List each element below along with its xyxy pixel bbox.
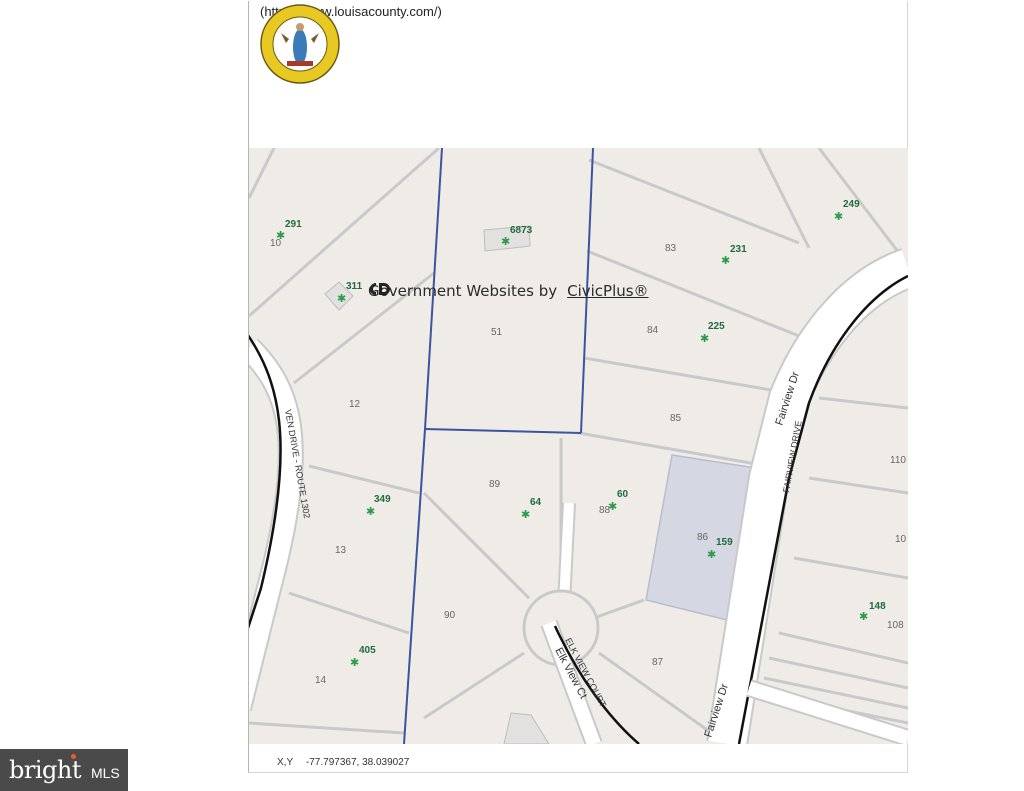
parcel-label: 84 <box>647 325 659 336</box>
address-label: 311 <box>346 281 363 292</box>
address-label: 405 <box>359 645 376 656</box>
address-marker-icon: ✱ <box>366 505 375 518</box>
address-label: 249 <box>843 199 860 210</box>
address-marker-icon: ✱ <box>337 292 346 305</box>
watermark-brand: bright <box>9 756 81 784</box>
address-label: 159 <box>716 537 733 548</box>
map-frame: (https://www.louisacounty.com/) 10 51 83… <box>248 1 908 773</box>
address-label: 148 <box>869 601 886 612</box>
address-marker-icon: ✱ <box>501 235 510 248</box>
address-label: 225 <box>708 321 725 332</box>
xy-value: -77.797367, 38.039027 <box>305 757 410 768</box>
xy-label: X,Y <box>277 757 294 768</box>
address-label: 60 <box>617 489 629 500</box>
parcel-label: 10 <box>895 534 907 545</box>
address-marker-icon: ✱ <box>707 548 716 561</box>
watermark-dot-icon <box>70 753 76 759</box>
bright-mls-watermark: bright MLS <box>0 749 128 791</box>
address-marker-icon: ✱ <box>834 210 843 223</box>
address-marker-icon: ✱ <box>350 656 359 669</box>
address-marker-icon: ✱ <box>859 610 868 623</box>
parcel-label: 108 <box>887 620 904 631</box>
coordinate-readout: X,Y -77.797367, 38.039027 <box>277 757 409 768</box>
parcel-label: 83 <box>665 243 677 254</box>
parcel-label: 14 <box>315 675 327 686</box>
parcel-label: 110 <box>890 455 906 466</box>
parcel-label: 13 <box>335 545 347 556</box>
address-marker-icon: ✱ <box>276 229 285 242</box>
parcel-label: 85 <box>670 413 682 424</box>
address-marker-icon: ✱ <box>721 254 730 267</box>
parcel-label: 89 <box>489 479 501 490</box>
address-marker-icon: ✱ <box>700 332 709 345</box>
parcel-label: 90 <box>444 610 456 621</box>
parcel-label: 51 <box>491 327 503 338</box>
watermark-mls: MLS <box>90 765 120 781</box>
banner-prefix: Government Websites by <box>368 282 558 300</box>
parcel-map[interactable]: 10 51 83 84 12 85 110 89 88 86 13 10 90 … <box>249 148 908 744</box>
address-label: 349 <box>374 494 391 505</box>
address-marker-icon: ✱ <box>521 508 530 521</box>
county-seal-logo <box>260 4 340 84</box>
address-label: 64 <box>530 497 542 508</box>
address-label: 231 <box>730 244 747 255</box>
parcel-label: 86 <box>697 532 709 543</box>
building <box>503 712 550 744</box>
address-label: 6873 <box>510 225 533 236</box>
civicplus-link[interactable]: CivicPlus® <box>567 282 648 300</box>
parcel-label: 87 <box>652 657 664 668</box>
address-label: 291 <box>285 219 302 230</box>
civicplus-banner[interactable]: Government Websites by CivicPlus® <box>368 282 649 300</box>
address-marker-icon: ✱ <box>608 500 617 513</box>
civicplus-logo-icon <box>370 283 390 295</box>
parcel-label: 12 <box>349 399 361 410</box>
